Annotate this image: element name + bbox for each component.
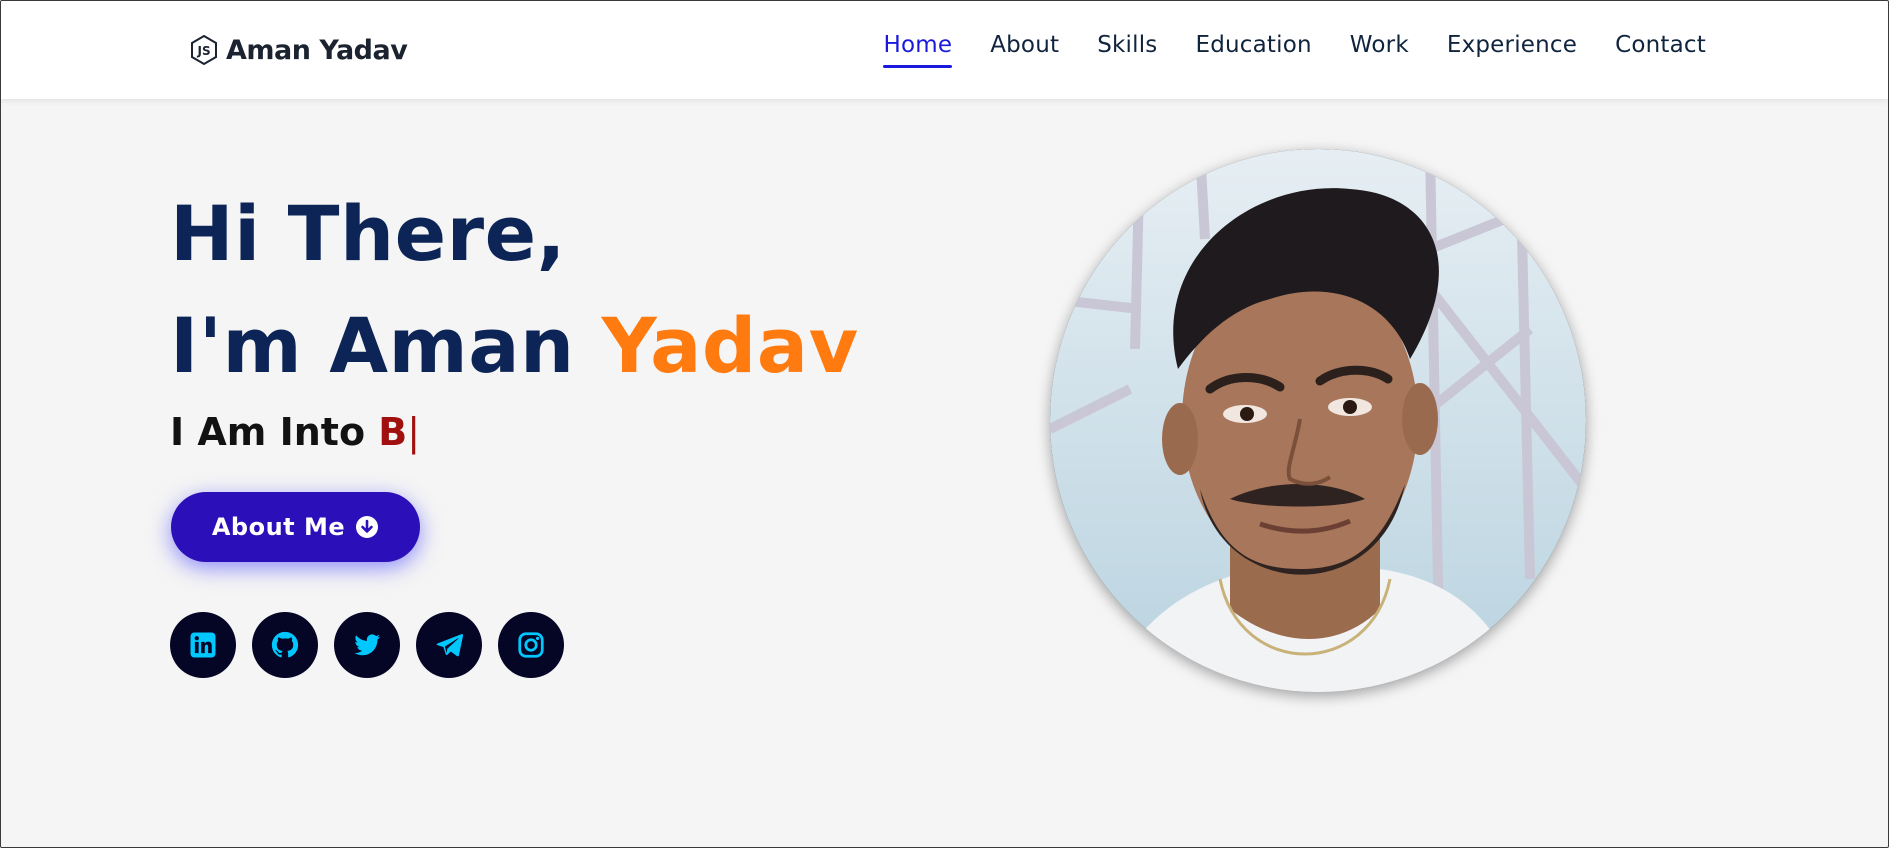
about-me-label: About Me [211, 513, 346, 541]
profile-portrait-image [1050, 149, 1586, 692]
linkedin-icon [190, 632, 216, 658]
hero-name-prefix: I'm Aman [170, 301, 602, 390]
typing-cursor: | [407, 410, 421, 454]
hero-name-accent: Yadav [601, 301, 859, 390]
arrow-circle-down-icon [356, 516, 379, 538]
telegram-link[interactable] [416, 612, 482, 678]
nav-home[interactable]: Home [883, 32, 952, 68]
nav-experience[interactable]: Experience [1447, 32, 1577, 68]
typing-line: I Am Into B| [170, 410, 420, 454]
github-icon [271, 631, 299, 658]
profile-photo [1050, 149, 1586, 692]
logo-text: Aman Yadav [226, 34, 408, 66]
nav-work[interactable]: Work [1350, 32, 1409, 68]
site-header: JS Aman Yadav Home About Skills Educatio… [0, 0, 1889, 99]
typing-prefix: I Am Into [170, 410, 379, 454]
nodejs-logo-icon: JS [191, 34, 217, 66]
nav-contact[interactable]: Contact [1615, 32, 1706, 68]
main-nav: Home About Skills Education Work Experie… [883, 32, 1706, 68]
twitter-icon [354, 634, 381, 656]
social-links [170, 612, 564, 678]
nav-about[interactable]: About [990, 32, 1059, 68]
nav-skills[interactable]: Skills [1097, 32, 1157, 68]
typing-text: B [378, 410, 408, 454]
about-me-button[interactable]: About Me [171, 492, 420, 562]
nav-education[interactable]: Education [1195, 32, 1311, 68]
linkedin-link[interactable] [170, 612, 236, 678]
hero-heading: Hi There, I'm Aman Yadav [170, 178, 859, 402]
svg-text:JS: JS [197, 44, 211, 58]
instagram-link[interactable] [498, 612, 564, 678]
instagram-icon [518, 632, 544, 658]
twitter-link[interactable] [334, 612, 400, 678]
github-link[interactable] [252, 612, 318, 678]
telegram-icon [436, 634, 464, 657]
logo-link[interactable]: JS Aman Yadav [188, 30, 408, 70]
hero-greeting: Hi There, [170, 189, 567, 278]
